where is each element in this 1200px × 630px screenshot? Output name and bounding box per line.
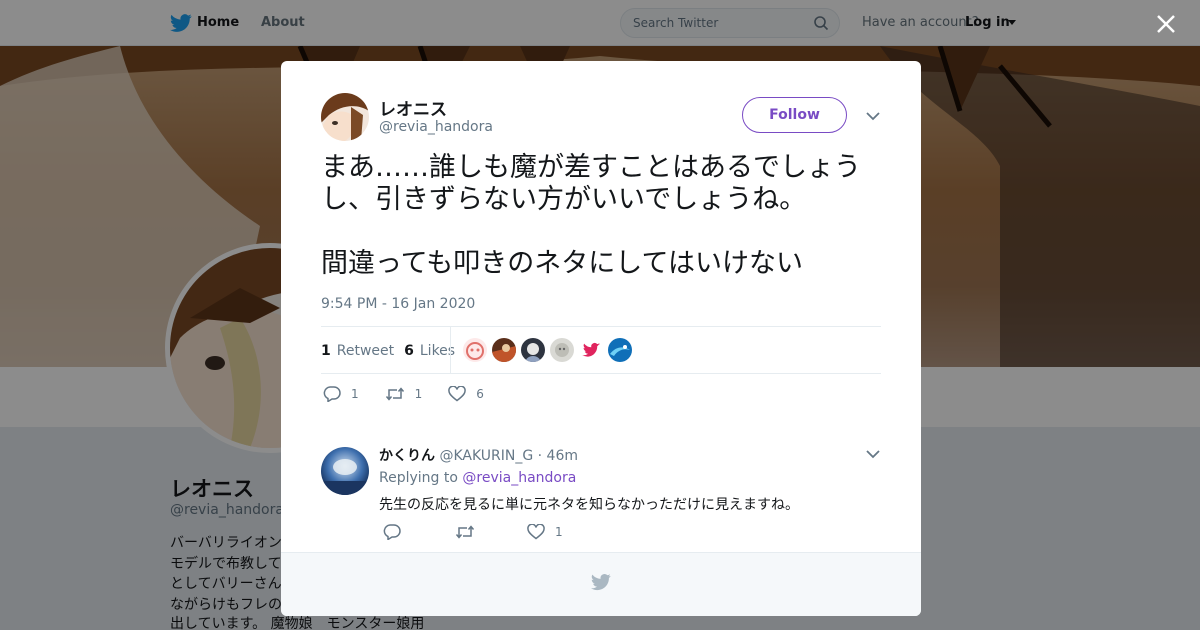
liker-avatar[interactable] [579,338,603,362]
modal-footer [281,552,921,616]
divider [450,327,451,374]
tweet-actions: 1 1 6 [323,386,510,402]
liker-avatar[interactable] [463,338,487,362]
author-avatar[interactable] [321,93,369,141]
tweet-text: まあ……誰しも魔が差すことはあるでしょうし、引きずらない方がいいでしょうね。 間… [321,152,861,279]
reply-action[interactable] [383,524,411,540]
like-action[interactable]: 6 [448,386,484,402]
retweet-icon [455,525,475,539]
divider [321,373,881,374]
author-handle[interactable]: @revia_handora [379,119,493,135]
reply-avatar-art [321,447,369,495]
liker-avatar[interactable] [492,338,516,362]
liker-avatar[interactable] [550,338,574,362]
heart-icon [527,524,545,540]
reply-actions: 1 [383,524,589,540]
reply-icon [323,386,341,402]
author-name[interactable]: レオニス [379,95,447,120]
like-action[interactable]: 1 [527,524,563,540]
heart-icon [448,386,467,402]
likes-stat[interactable]: 6 Likes [404,343,455,359]
reply-author-avatar[interactable] [321,447,369,495]
retweet-count: 1 [321,342,331,359]
author-avatar-art [321,93,369,141]
liker-avatar[interactable] [608,338,632,362]
chevron-down-icon[interactable] [866,112,880,121]
tweet-timestamp[interactable]: 9:54 PM - 16 Jan 2020 [321,296,475,312]
retweet-label: Retweet [336,342,395,359]
retweet-stat[interactable]: 1 Retweet [321,343,394,359]
reply-time[interactable]: · 46m [538,448,578,464]
liker-avatar[interactable] [521,338,545,362]
replying-to-handle[interactable]: @revia_handora [462,470,576,486]
retweet-count: 1 [414,387,423,401]
close-icon[interactable] [1155,13,1177,35]
chevron-down-icon[interactable] [866,450,880,459]
likes-count: 6 [404,342,414,359]
reply-action[interactable]: 1 [323,386,359,402]
reply-header: かくりん @KAKURIN_G · 46m [379,445,578,465]
retweet-action[interactable]: 1 [385,387,423,401]
reply-text: 先生の反応を見るに単に元ネタを知らなかっただけに見えますね。 [379,497,799,513]
twitter-bird-icon [591,574,611,591]
retweet-action[interactable] [455,525,485,539]
reply-count: 1 [351,387,359,401]
liker-avatars [463,338,637,362]
replying-to-label: Replying to [379,470,458,486]
reply-icon [383,524,401,540]
replying-to: Replying to @revia_handora [379,470,576,486]
tweet-stats: 1 Retweet 6 Likes [321,327,465,374]
reply-author-handle[interactable]: @KAKURIN_G [439,448,533,464]
tweet-permalink-modal: レオニス @revia_handora Follow まあ……誰しも魔が差すこと… [281,61,921,616]
like-count: 1 [555,525,563,539]
follow-button[interactable]: Follow [742,97,847,133]
reply-author-name[interactable]: かくりん [379,448,435,464]
like-count: 6 [476,387,484,401]
retweet-icon [385,387,404,401]
